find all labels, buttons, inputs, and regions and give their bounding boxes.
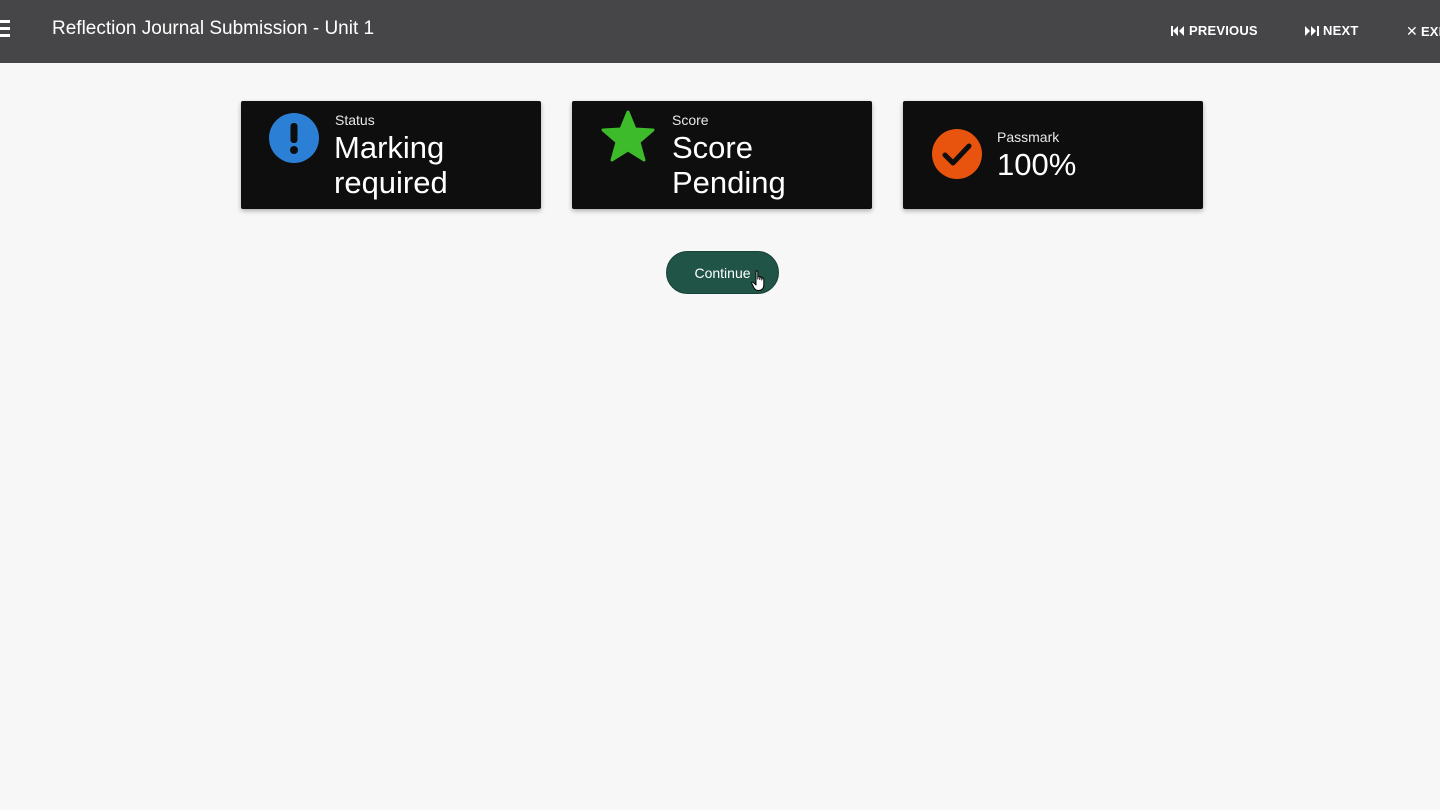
exit-label: EXIT: [1420, 24, 1440, 39]
previous-label: PREVIOUS: [1189, 23, 1258, 38]
hamburger-menu-icon[interactable]: [0, 20, 10, 38]
skip-next-icon: [1305, 25, 1319, 36]
skip-previous-icon: [1171, 25, 1184, 36]
next-button[interactable]: NEXT: [1305, 23, 1358, 38]
page-title: Reflection Journal Submission - Unit 1: [52, 18, 375, 39]
status-card: Status Marking required: [241, 101, 541, 209]
exclamation-circle-icon: [268, 112, 320, 169]
top-bar: Reflection Journal Submission - Unit 1 P…: [0, 0, 1440, 63]
star-icon: [600, 110, 656, 169]
passmark-value: 100%: [997, 147, 1077, 182]
hand-pointer-icon: [751, 270, 767, 297]
next-label: NEXT: [1323, 23, 1359, 38]
score-label: Score: [672, 112, 709, 128]
passmark-label: Passmark: [997, 129, 1060, 145]
status-label: Status: [335, 112, 375, 128]
status-value: Marking required: [334, 130, 448, 200]
check-circle-icon: [931, 128, 983, 185]
close-icon: ✕: [1406, 23, 1418, 39]
score-value: Score Pending: [672, 130, 786, 200]
previous-button[interactable]: PREVIOUS: [1171, 23, 1258, 38]
score-card: Score Score Pending: [572, 101, 872, 209]
exit-button[interactable]: ✕ EXIT: [1406, 23, 1440, 40]
passmark-card: Passmark 100%: [903, 101, 1203, 209]
